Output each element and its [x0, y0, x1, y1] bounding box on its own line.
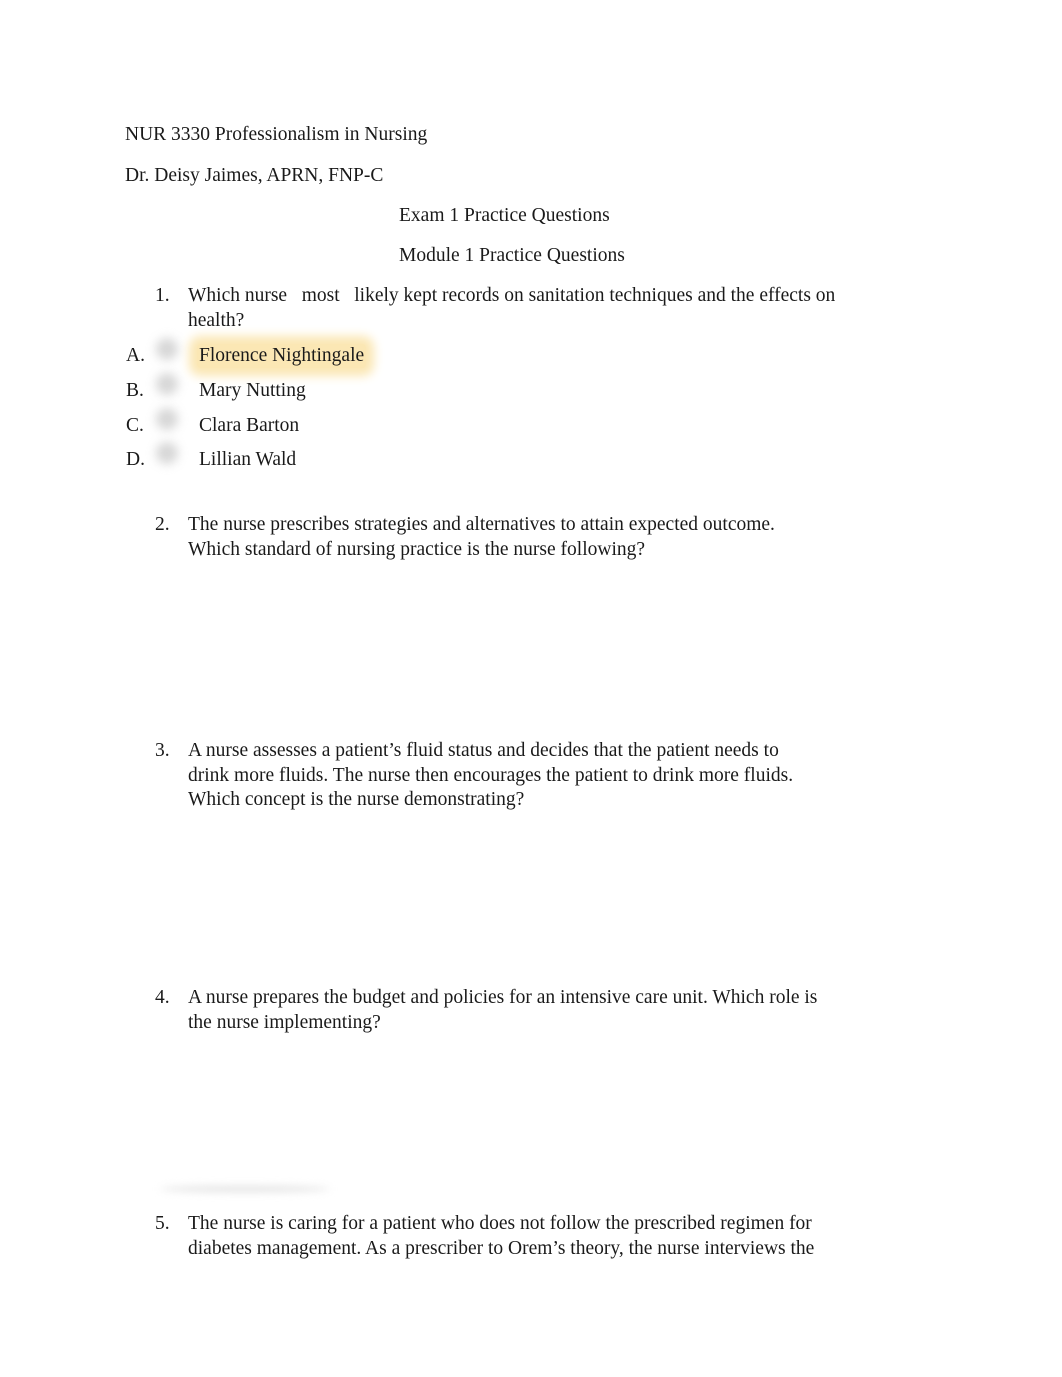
answer-option-a[interactable]: A. Florence Nightingale: [126, 338, 367, 368]
question-1: 1. Which nurse most likely kept records …: [155, 284, 885, 333]
question-text-line: A nurse assesses a patient’s fluid statu…: [188, 740, 779, 761]
question-number: 5.: [155, 1213, 170, 1234]
instructor-name: Dr. Deisy Jaimes, APRN, FNP-C: [125, 165, 384, 186]
question-text-line: diabetes management. As a prescriber to …: [188, 1237, 815, 1259]
question-text-line: health?: [188, 309, 245, 331]
question-number: 2.: [155, 514, 170, 535]
redacted-bullet-icon: [156, 408, 178, 430]
option-letter: C.: [126, 415, 144, 436]
question-number: 3.: [155, 740, 170, 761]
answer-option-d[interactable]: D. Lillian Wald: [126, 442, 296, 472]
question-text-line: The nurse is caring for a patient who do…: [188, 1213, 812, 1234]
redacted-bullet-icon: [156, 442, 178, 464]
question-text-line: A nurse prepares the budget and policies…: [188, 987, 818, 1008]
question-text-line: Which standard of nursing practice is th…: [188, 538, 646, 560]
question-text-line: The nurse prescribes strategies and alte…: [188, 514, 775, 535]
question-2: 2. The nurse prescribes strategies and a…: [155, 513, 885, 562]
option-label-highlighted: Florence Nightingale: [197, 344, 367, 368]
option-label: Clara Barton: [199, 415, 300, 436]
option-letter: B.: [126, 380, 144, 401]
question-text-line: Which concept is the nurse demonstrating…: [188, 789, 525, 810]
redacted-bullet-icon: [156, 338, 178, 360]
question-text-line: drink more fluids. The nurse then encour…: [188, 764, 794, 786]
question-number: 4.: [155, 987, 170, 1008]
question-4: 4. A nurse prepares the budget and polic…: [155, 986, 885, 1035]
redaction-smudge: [160, 1186, 330, 1192]
exam-title: Exam 1 Practice Questions: [399, 205, 610, 226]
question-text-line: the nurse implementing?: [188, 1011, 381, 1033]
answer-option-c[interactable]: C. Clara Barton: [126, 408, 299, 438]
question-3: 3. A nurse assesses a patient’s fluid st…: [155, 739, 885, 813]
module-title: Module 1 Practice Questions: [399, 245, 625, 266]
redacted-bullet-icon: [156, 373, 178, 395]
option-letter: D.: [126, 449, 145, 470]
answer-option-b[interactable]: B. Mary Nutting: [126, 373, 306, 403]
option-label: Mary Nutting: [199, 380, 306, 401]
question-number: 1.: [155, 285, 170, 306]
course-title: NUR 3330 Professionalism in Nursing: [125, 124, 428, 145]
option-label: Lillian Wald: [199, 449, 297, 470]
question-5: 5. The nurse is caring for a patient who…: [155, 1212, 885, 1261]
question-text-line: Which nurse most likely kept records on …: [188, 285, 836, 306]
option-letter: A.: [126, 345, 145, 366]
